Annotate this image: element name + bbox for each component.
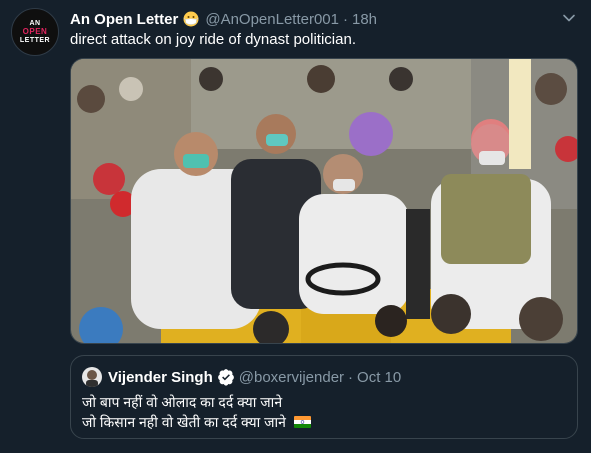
tweet-timestamp[interactable]: 18h [352,11,377,28]
quoted-tweet-date[interactable]: Oct 10 [357,369,401,386]
tweet-text: direct attack on joy ride of dynast poli… [70,31,356,48]
avatar-logo-text-open: OPEN [22,27,48,36]
tweet-header: An Open Letter @AnOpenLetter001 · 18h [70,9,577,29]
tweet-photo[interactable] [70,58,578,344]
author-handle[interactable]: @AnOpenLetter001 [205,11,339,28]
avatar-logo-text-an: AN [29,20,41,27]
india-flag-icon [293,416,311,428]
quoted-tweet-text-line-2-content: जो किसान नही वो खेती का दर्द क्या जाने [82,414,286,430]
author-name[interactable]: An Open Letter [70,11,178,28]
quoted-tweet-text-line-2: जो किसान नही वो खेती का दर्द क्या जाने [82,413,311,432]
quoted-author-handle[interactable]: @boxervijender [239,369,344,386]
quoted-author-avatar-image [82,367,102,387]
quoted-author-avatar[interactable] [82,367,102,387]
tweet-photo-image [71,59,577,343]
quoted-tweet-text-line-1: जो बाप नहीं वो ओलाद का दर्द क्या जाने [82,394,283,410]
quoted-header-separator: · [348,368,354,386]
quoted-tweet[interactable]: Vijender Singh @boxervijender · Oct 10 ज… [70,355,578,439]
verified-badge-icon [217,369,234,386]
header-separator: · [343,10,348,28]
chevron-down-icon[interactable] [561,10,577,26]
avatar-logo-text-letter: LETTER [19,37,51,44]
face-with-medical-mask-icon [183,11,199,27]
quoted-author-name[interactable]: Vijender Singh [108,369,213,386]
author-avatar[interactable]: AN OPEN LETTER [11,8,59,56]
quoted-tweet-header: Vijender Singh @boxervijender · Oct 10 [82,367,401,387]
